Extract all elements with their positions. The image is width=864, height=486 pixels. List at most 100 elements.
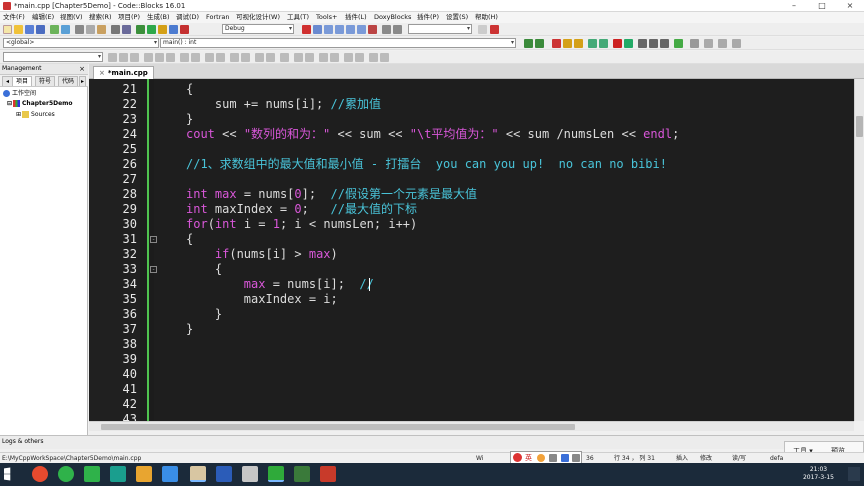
run-icon[interactable] [147, 25, 156, 34]
menu-fortran[interactable]: Fortran [206, 13, 229, 22]
wx-tool10-icon[interactable] [216, 53, 225, 62]
notification-icon[interactable] [848, 467, 860, 481]
tab-close-icon[interactable]: × [99, 69, 105, 77]
fold-toggle-icon[interactable]: - [150, 266, 157, 273]
wx-tool16-icon[interactable] [294, 53, 303, 62]
jump-back-icon[interactable] [524, 39, 533, 48]
wx-tool15-icon[interactable] [280, 53, 289, 62]
find-icon[interactable] [111, 25, 120, 34]
minimize-button[interactable]: – [780, 0, 808, 12]
redo-icon[interactable] [61, 25, 70, 34]
horizontal-scroll-thumb[interactable] [101, 424, 575, 430]
tab-symbols[interactable]: 符号 [35, 76, 56, 86]
open-folder-icon[interactable] [14, 25, 23, 34]
tab-code[interactable]: 代码 [58, 76, 79, 86]
menu-debug[interactable]: 调试(D) [176, 13, 199, 22]
find-in-files-icon[interactable] [478, 25, 487, 34]
wx-tool6-icon[interactable] [166, 53, 175, 62]
wx-tool17-icon[interactable] [305, 53, 314, 62]
fold-toggle-icon[interactable]: - [150, 236, 157, 243]
app-blue-icon[interactable] [162, 466, 178, 482]
doxy-comment-icon[interactable] [638, 39, 647, 48]
wx-tool13-icon[interactable] [255, 53, 264, 62]
doxy-html-icon[interactable] [660, 39, 669, 48]
horizontal-scrollbar[interactable] [89, 421, 854, 431]
menu-settings[interactable]: 设置(S) [446, 13, 468, 22]
uncomment-icon[interactable] [599, 39, 608, 48]
paste-icon[interactable] [97, 25, 106, 34]
menu-edit[interactable]: 编辑(E) [32, 13, 54, 22]
next-bookmark-icon[interactable] [574, 39, 583, 48]
menu-view[interactable]: 视图(V) [60, 13, 83, 22]
extract-project-icon[interactable] [674, 39, 683, 48]
file-explorer-icon[interactable] [136, 466, 152, 482]
tray-clock[interactable]: 21:03 2017-3-15 [803, 466, 834, 482]
tab-main-cpp[interactable]: × *main.cpp [93, 66, 154, 79]
compiler-select[interactable]: ▾ [3, 52, 103, 62]
codeblocks-taskbar-icon[interactable] [268, 466, 284, 482]
tab-nav-right-icon[interactable]: ▸ [79, 76, 87, 86]
comment-icon[interactable] [588, 39, 597, 48]
start-windows-icon[interactable] [4, 467, 11, 481]
ime-moon-icon[interactable] [537, 454, 545, 462]
doxy-line-comment-icon[interactable] [649, 39, 658, 48]
menu-tools-plus[interactable]: Tools+ [316, 13, 337, 22]
debug-windows-icon[interactable] [382, 25, 391, 34]
doxywizard-icon[interactable] [624, 39, 633, 48]
wx-tool19-icon[interactable] [330, 53, 339, 62]
wx-tool3-icon[interactable] [130, 53, 139, 62]
wx-tool14-icon[interactable] [266, 53, 275, 62]
tab-projects[interactable]: 项目 [12, 76, 33, 86]
build-icon[interactable] [136, 25, 145, 34]
wechat-icon[interactable] [84, 466, 100, 482]
menu-search[interactable]: 搜索(R) [89, 13, 112, 22]
ime-settings-icon[interactable] [572, 454, 580, 462]
vertical-scrollbar[interactable] [854, 79, 864, 421]
new-file-icon[interactable] [3, 25, 12, 34]
wx-tool8-icon[interactable] [191, 53, 200, 62]
abort-icon[interactable] [180, 25, 189, 34]
wx-tool11-icon[interactable] [230, 53, 239, 62]
wx-tool2-icon[interactable] [119, 53, 128, 62]
ime-punct-icon[interactable] [549, 454, 557, 462]
save-icon[interactable] [25, 25, 34, 34]
rebuild-icon[interactable] [169, 25, 178, 34]
wx-tool20-icon[interactable] [344, 53, 353, 62]
function-select[interactable]: main() : int ▾ [160, 38, 516, 48]
cut-icon[interactable] [75, 25, 84, 34]
run-to-cursor-icon[interactable] [313, 25, 322, 34]
doxyblocks-icon[interactable] [613, 39, 622, 48]
next-instruction-icon[interactable] [357, 25, 366, 34]
menu-help[interactable]: 帮助(H) [475, 13, 498, 22]
scope-select[interactable]: <global> ▾ [3, 38, 159, 48]
tree-workspace[interactable]: 工作空间 [3, 89, 36, 98]
wx-tool18-icon[interactable] [319, 53, 328, 62]
clear-search-icon[interactable] [490, 25, 499, 34]
excel-icon[interactable] [294, 466, 310, 482]
wx-tool5-icon[interactable] [155, 53, 164, 62]
expand-icon[interactable]: ⊞ [16, 111, 21, 118]
replace-icon[interactable] [122, 25, 131, 34]
ime-lang-toggle[interactable]: 英 [525, 453, 532, 463]
collapse-icon[interactable]: ⊟ [7, 100, 12, 107]
menu-plugins-l[interactable]: 插件(L) [345, 13, 367, 22]
tree-sources[interactable]: ⊞ Sources [16, 110, 55, 119]
save-all-icon[interactable] [36, 25, 45, 34]
settings-tool-icon[interactable] [690, 39, 699, 48]
powerpoint-icon[interactable] [320, 466, 336, 482]
search-combo[interactable]: ▾ [408, 24, 472, 34]
wx-tool21-icon[interactable] [355, 53, 364, 62]
jump-forward-icon[interactable] [535, 39, 544, 48]
browser-icon[interactable] [32, 466, 48, 482]
vertical-scroll-thumb[interactable] [856, 116, 863, 137]
wx-tool1-icon[interactable] [108, 53, 117, 62]
step-into-icon[interactable] [335, 25, 344, 34]
next-line-icon[interactable] [324, 25, 333, 34]
wx-tool12-icon[interactable] [241, 53, 250, 62]
ime-keyboard-icon[interactable] [561, 454, 569, 462]
toolbar-extra-icon[interactable] [704, 39, 713, 48]
debug-start-icon[interactable] [302, 25, 311, 34]
toggle-bookmark-icon[interactable] [552, 39, 561, 48]
photo-app-icon[interactable] [190, 466, 206, 482]
toolbar-extra3-icon[interactable] [732, 39, 741, 48]
